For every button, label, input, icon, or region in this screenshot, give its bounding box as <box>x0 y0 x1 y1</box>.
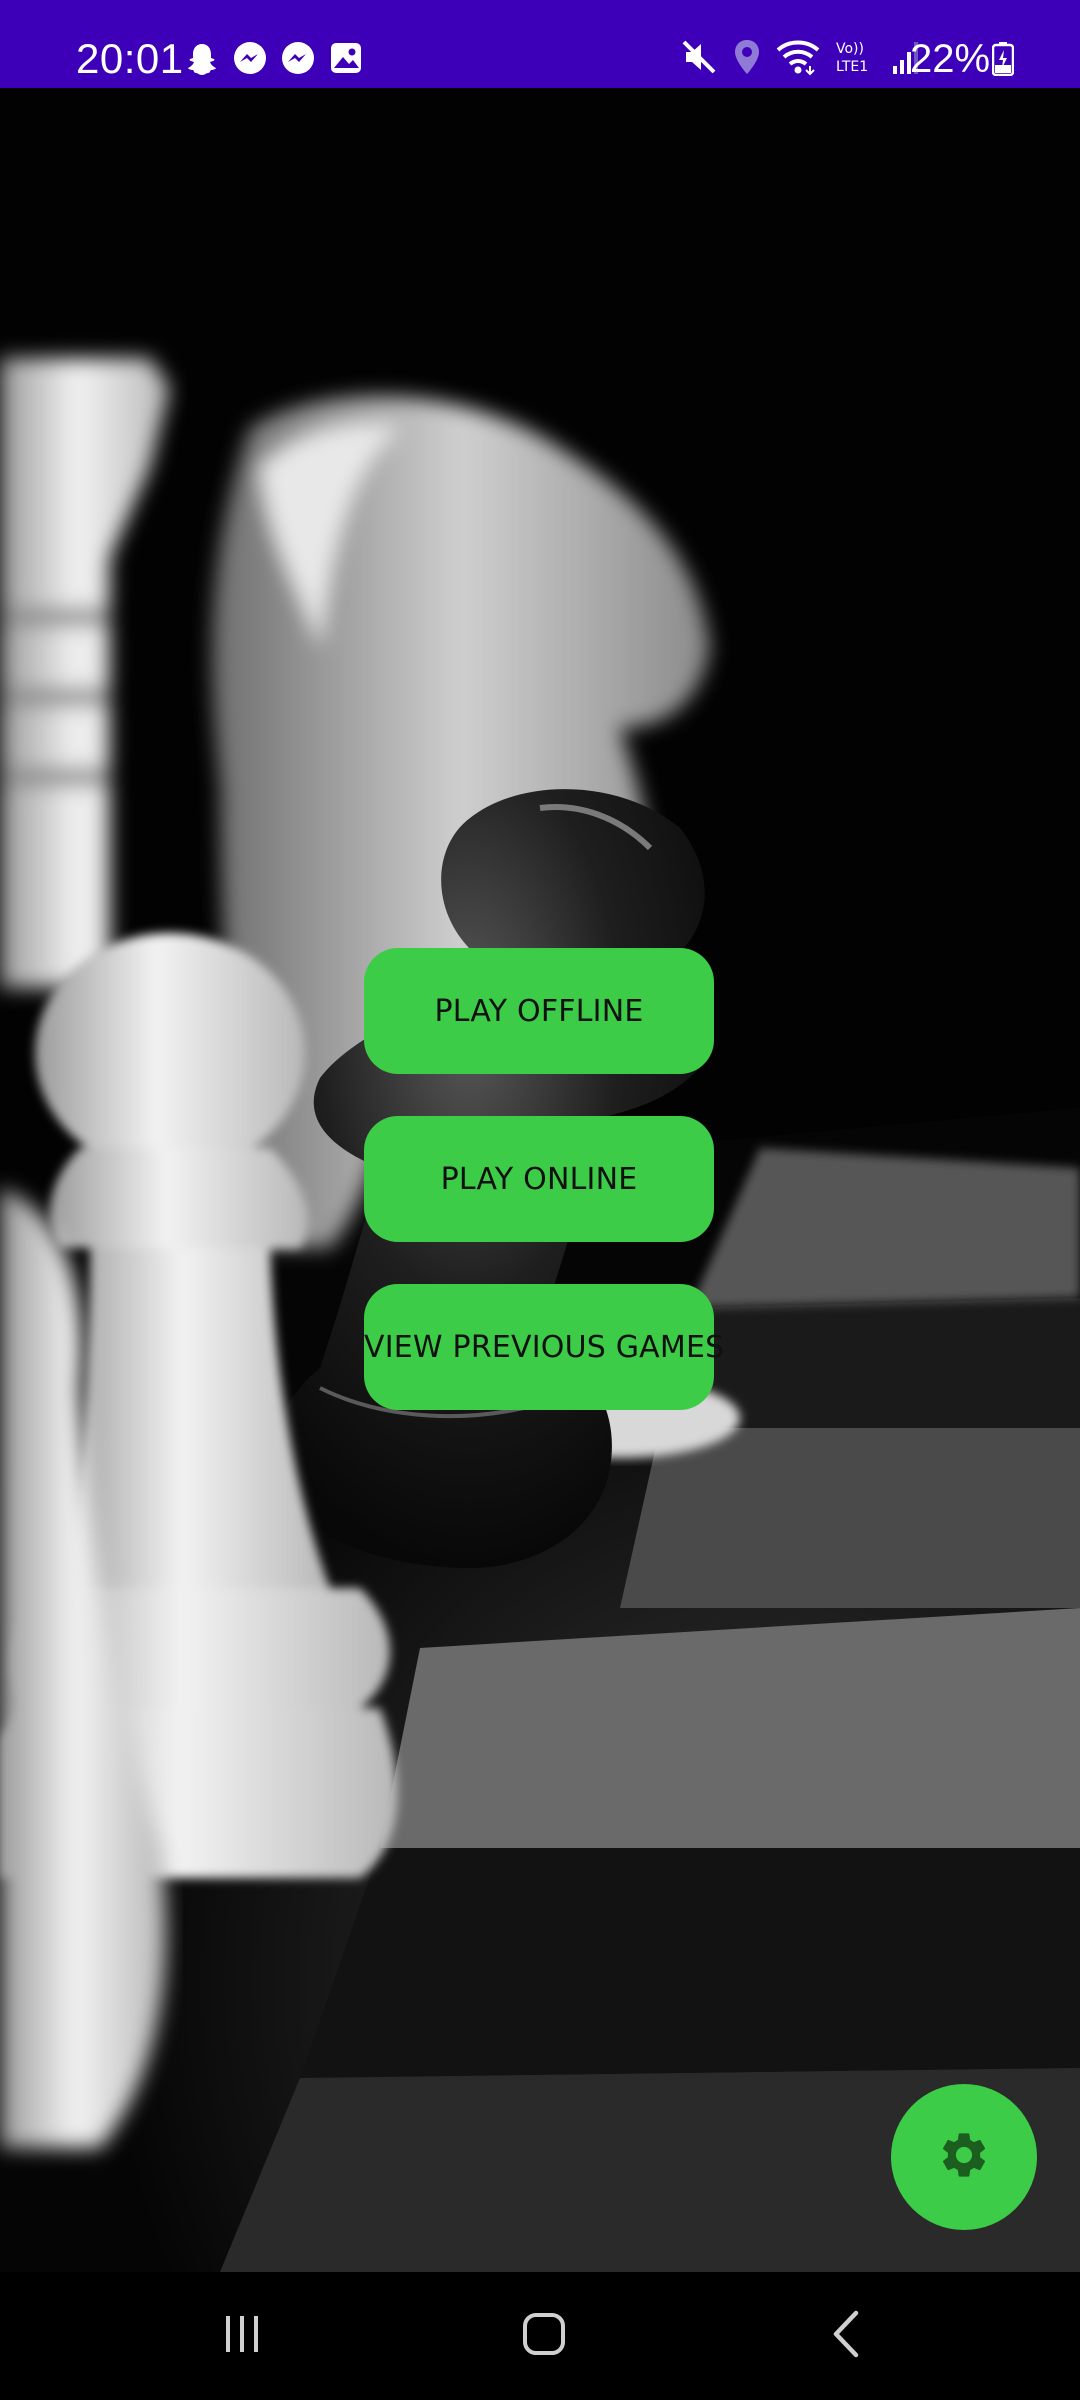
status-time: 20:01 <box>76 35 184 82</box>
settings-fab[interactable] <box>891 2084 1037 2230</box>
back-icon <box>828 2309 864 2364</box>
status-bar: 20:01 Vo)) LTE1 22% <box>0 0 1080 88</box>
messenger-icon <box>280 40 316 76</box>
location-icon <box>732 38 762 76</box>
battery-percentage: 22% <box>910 37 991 81</box>
snapchat-icon <box>184 40 220 76</box>
navigation-bar <box>0 2272 1080 2400</box>
gear-icon <box>937 2128 991 2187</box>
back-button[interactable] <box>766 2272 926 2400</box>
battery-charging-icon <box>992 42 1014 76</box>
app-screen: 20:01 Vo)) LTE1 22% PLAY OFFLINE PLAY ON… <box>0 0 1080 2400</box>
play-online-button[interactable]: PLAY ONLINE <box>364 1116 714 1242</box>
view-previous-games-button[interactable]: VIEW PREVIOUS GAMES <box>364 1284 724 1410</box>
svg-text:Vo)): Vo)) <box>836 41 864 57</box>
notification-icons <box>184 40 364 76</box>
recents-button[interactable] <box>162 2272 322 2400</box>
wifi-icon <box>776 38 820 76</box>
messenger-icon <box>232 40 268 76</box>
home-button[interactable] <box>464 2272 624 2400</box>
main-menu: PLAY OFFLINE PLAY ONLINE VIEW PREVIOUS G… <box>364 948 724 1452</box>
system-status-icons: Vo)) LTE1 <box>680 38 922 76</box>
recents-icon <box>220 2312 264 2361</box>
mute-icon <box>680 38 718 76</box>
play-offline-button[interactable]: PLAY OFFLINE <box>364 948 714 1074</box>
svg-text:LTE1: LTE1 <box>836 59 868 75</box>
volte-icon: Vo)) LTE1 <box>834 38 878 76</box>
home-icon <box>521 2311 567 2362</box>
gallery-icon <box>328 40 364 76</box>
